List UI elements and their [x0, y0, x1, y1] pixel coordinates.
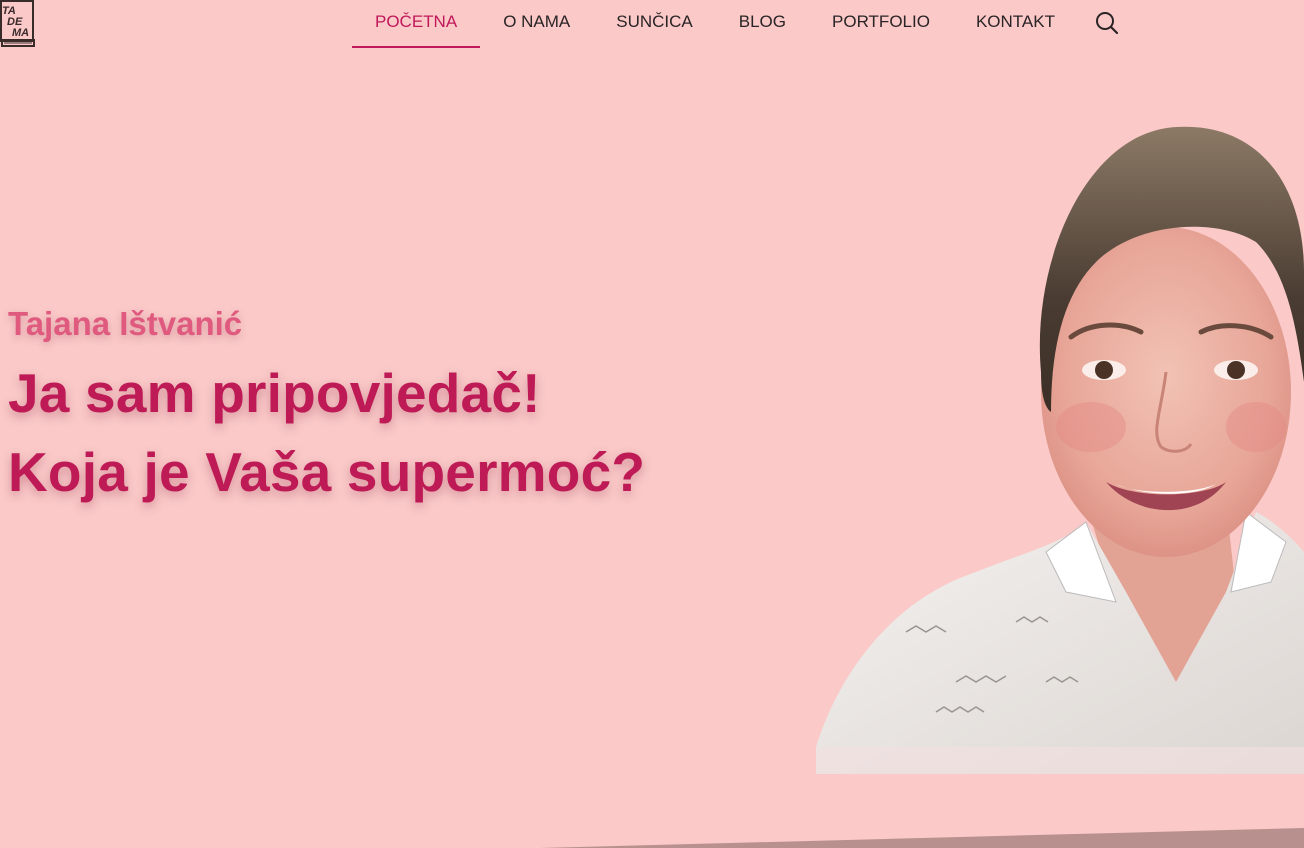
nav-item-portfolio[interactable]: PORTFOLIO — [809, 0, 953, 48]
portrait-photo — [816, 126, 1304, 774]
hero-name: Tajana Ištvanić — [8, 305, 243, 342]
section-divider — [540, 828, 1304, 848]
search-icon[interactable] — [1094, 10, 1120, 36]
logo-letters-3: MA — [12, 27, 29, 39]
nav-item-blog[interactable]: BLOG — [716, 0, 809, 48]
nav-item-pocetna[interactable]: POČETNA — [352, 0, 481, 48]
nav-item-suncica[interactable]: SUNČICA — [593, 0, 716, 48]
nav-item-kontakt[interactable]: KONTAKT — [953, 0, 1078, 48]
nav-item-o-nama[interactable]: O NAMA — [480, 0, 593, 48]
site-logo[interactable]: TA DE MA — [0, 0, 36, 48]
main-nav: POČETNA O NAMA SUNČICA BLOG PORTFOLIO KO… — [352, 0, 1078, 50]
hero-headline-2: Koja je Vaša supermoć? — [8, 441, 646, 503]
hero-headline-1: Ja sam pripovjedač! — [8, 362, 541, 424]
page: TA DE MA POČETNA O NAMA SUNČICA BLOG POR… — [0, 0, 1304, 848]
